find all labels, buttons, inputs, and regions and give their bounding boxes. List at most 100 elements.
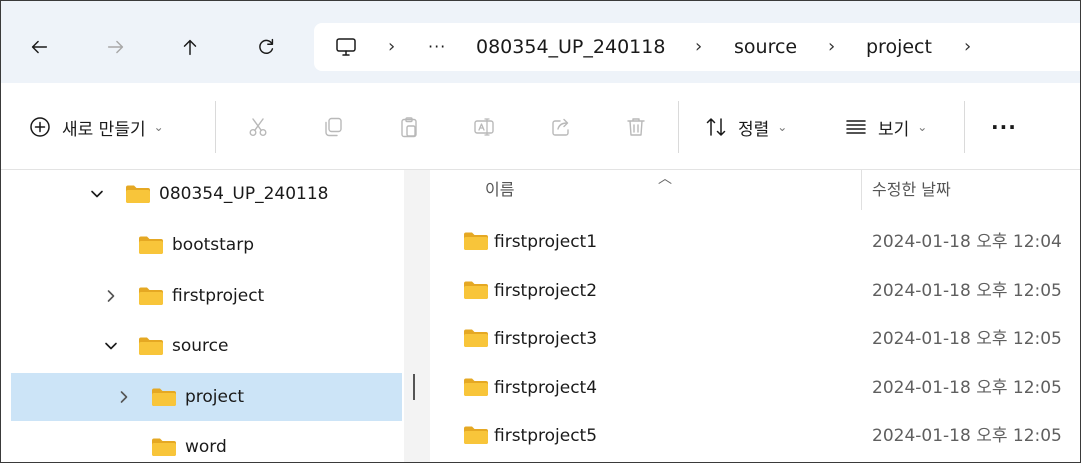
file-list: ︿ 이름 수정한 날짜 firstproject1 2024-01-18 오후 … [430, 170, 1080, 462]
folder-icon [464, 426, 488, 444]
chevron-down-icon: ⌄ [917, 120, 928, 134]
up-arrow-icon [183, 39, 197, 56]
command-bar: 새로 만들기 ⌄ 정렬 ⌄ 보기 ⌄ ··· [1, 83, 1080, 170]
file-row[interactable]: firstproject4 2024-01-18 오후 12:05 [430, 364, 1080, 412]
file-date: 2024-01-18 오후 12:05 [872, 426, 1062, 446]
copy-button[interactable] [321, 109, 345, 145]
delete-button[interactable] [624, 109, 648, 145]
folder-icon [464, 329, 488, 347]
file-name: firstproject3 [494, 329, 598, 349]
breadcrumb-item[interactable]: project [866, 23, 932, 71]
share-icon [552, 118, 569, 136]
rename-button[interactable] [472, 109, 496, 145]
chevron-down-icon: ⌄ [153, 120, 164, 134]
new-button-label: 새로 만들기 [62, 119, 146, 140]
paste-icon [401, 117, 417, 138]
column-divider[interactable] [861, 170, 862, 210]
folder-icon [139, 287, 163, 305]
chevron-right-icon[interactable] [101, 286, 121, 306]
toolbar-divider [964, 101, 965, 153]
breadcrumb-item[interactable]: source [734, 23, 797, 71]
view-button[interactable]: 보기 ⌄ [844, 109, 927, 145]
computer-icon [336, 38, 356, 56]
new-button[interactable]: 새로 만들기 ⌄ [28, 109, 164, 145]
file-name: firstproject2 [494, 281, 598, 301]
toolbar-divider [678, 101, 679, 153]
breadcrumb-item[interactable]: 080354_UP_240118 [476, 23, 665, 71]
tree-item[interactable]: source [1, 322, 404, 370]
folder-icon [464, 232, 488, 250]
tree-item-label: 080354_UP_240118 [159, 184, 329, 204]
navigation-bar: › ··· 080354_UP_240118 › source › projec… [1, 1, 1080, 83]
sort-icon [706, 118, 726, 136]
folder-icon [152, 438, 176, 456]
toolbar-divider [215, 101, 216, 153]
file-row[interactable]: firstproject3 2024-01-18 오후 12:05 [430, 315, 1080, 363]
up-button[interactable] [172, 29, 208, 65]
sort-ascending-icon: ︿ [658, 171, 672, 187]
breadcrumb-separator: › [828, 36, 836, 57]
folder-icon [464, 378, 488, 396]
splitter-grip[interactable] [413, 374, 415, 400]
breadcrumb-separator: › [695, 36, 703, 57]
folder-icon [152, 388, 176, 406]
chevron-down-icon[interactable] [87, 184, 107, 204]
tree-item-label: project [185, 387, 245, 407]
plus-circle-icon [30, 117, 50, 137]
sort-button[interactable]: 정렬 ⌄ [704, 109, 787, 145]
cut-button[interactable] [246, 109, 270, 145]
copy-icon [325, 117, 342, 137]
refresh-icon [259, 38, 274, 54]
tree-item-selected[interactable]: project [11, 373, 402, 421]
refresh-button[interactable] [248, 29, 284, 65]
more-button[interactable]: ··· [991, 109, 1017, 145]
tree-item-label: source [172, 336, 229, 356]
file-row[interactable]: firstproject5 2024-01-18 오후 12:05 [430, 412, 1080, 460]
folder-icon [139, 236, 163, 254]
file-date: 2024-01-18 오후 12:05 [872, 281, 1062, 301]
file-explorer-window: › ··· 080354_UP_240118 › source › projec… [0, 0, 1081, 463]
back-arrow-icon [31, 40, 48, 54]
file-row[interactable]: firstproject2 2024-01-18 오후 12:05 [430, 267, 1080, 315]
tree-item[interactable]: 080354_UP_240118 [1, 170, 404, 218]
file-row[interactable]: firstproject1 2024-01-18 오후 12:04 [430, 218, 1080, 266]
forward-button[interactable] [98, 29, 134, 65]
file-date: 2024-01-18 오후 12:05 [872, 378, 1062, 398]
tree-item[interactable]: word [1, 423, 404, 462]
address-bar[interactable]: › ··· 080354_UP_240118 › source › projec… [314, 23, 1080, 71]
tree-item-label: word [185, 437, 227, 457]
back-button[interactable] [21, 29, 57, 65]
breadcrumb-separator: › [964, 36, 972, 57]
file-date: 2024-01-18 오후 12:05 [872, 329, 1062, 349]
share-button[interactable] [549, 109, 573, 145]
cut-icon [249, 118, 267, 136]
tree-item-label: bootstarp [172, 235, 254, 255]
chevron-down-icon: ⌄ [777, 120, 788, 134]
breadcrumb-overflow[interactable]: ··· [428, 23, 446, 71]
file-name: firstproject1 [494, 232, 598, 252]
chevron-down-icon[interactable] [101, 336, 121, 356]
file-date: 2024-01-18 오후 12:04 [872, 232, 1062, 252]
view-button-label: 보기 [878, 119, 910, 140]
tree-item-label: firstproject [172, 286, 265, 306]
breadcrumb-separator: › [388, 36, 396, 57]
view-icon [846, 120, 866, 134]
forward-arrow-icon [107, 40, 124, 54]
folder-icon [126, 185, 150, 203]
rename-icon [474, 118, 494, 136]
navigation-pane: 080354_UP_240118 bootstarp firstproject … [1, 170, 404, 462]
tree-item[interactable]: bootstarp [1, 221, 404, 269]
file-name: firstproject4 [494, 378, 598, 398]
folder-icon [464, 281, 488, 299]
tree-item[interactable]: firstproject [1, 272, 404, 320]
pane-splitter[interactable] [404, 170, 430, 462]
folder-icon [139, 337, 163, 355]
file-name: firstproject5 [494, 426, 598, 446]
sort-button-label: 정렬 [738, 119, 770, 140]
chevron-right-icon[interactable] [114, 387, 134, 407]
delete-icon [627, 118, 645, 136]
column-header-date[interactable]: 수정한 날짜 [872, 170, 951, 210]
column-header-name[interactable]: 이름 [485, 170, 514, 210]
paste-button[interactable] [397, 109, 421, 145]
more-icon: ··· [991, 115, 1017, 139]
